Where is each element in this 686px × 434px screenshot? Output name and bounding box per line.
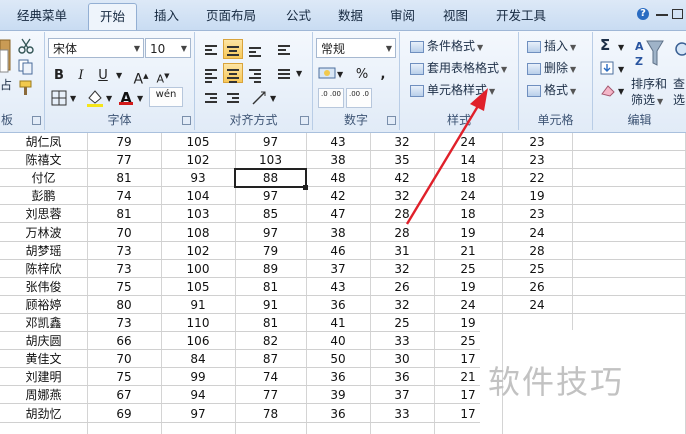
watermark: 软件技巧 bbox=[488, 363, 625, 401]
